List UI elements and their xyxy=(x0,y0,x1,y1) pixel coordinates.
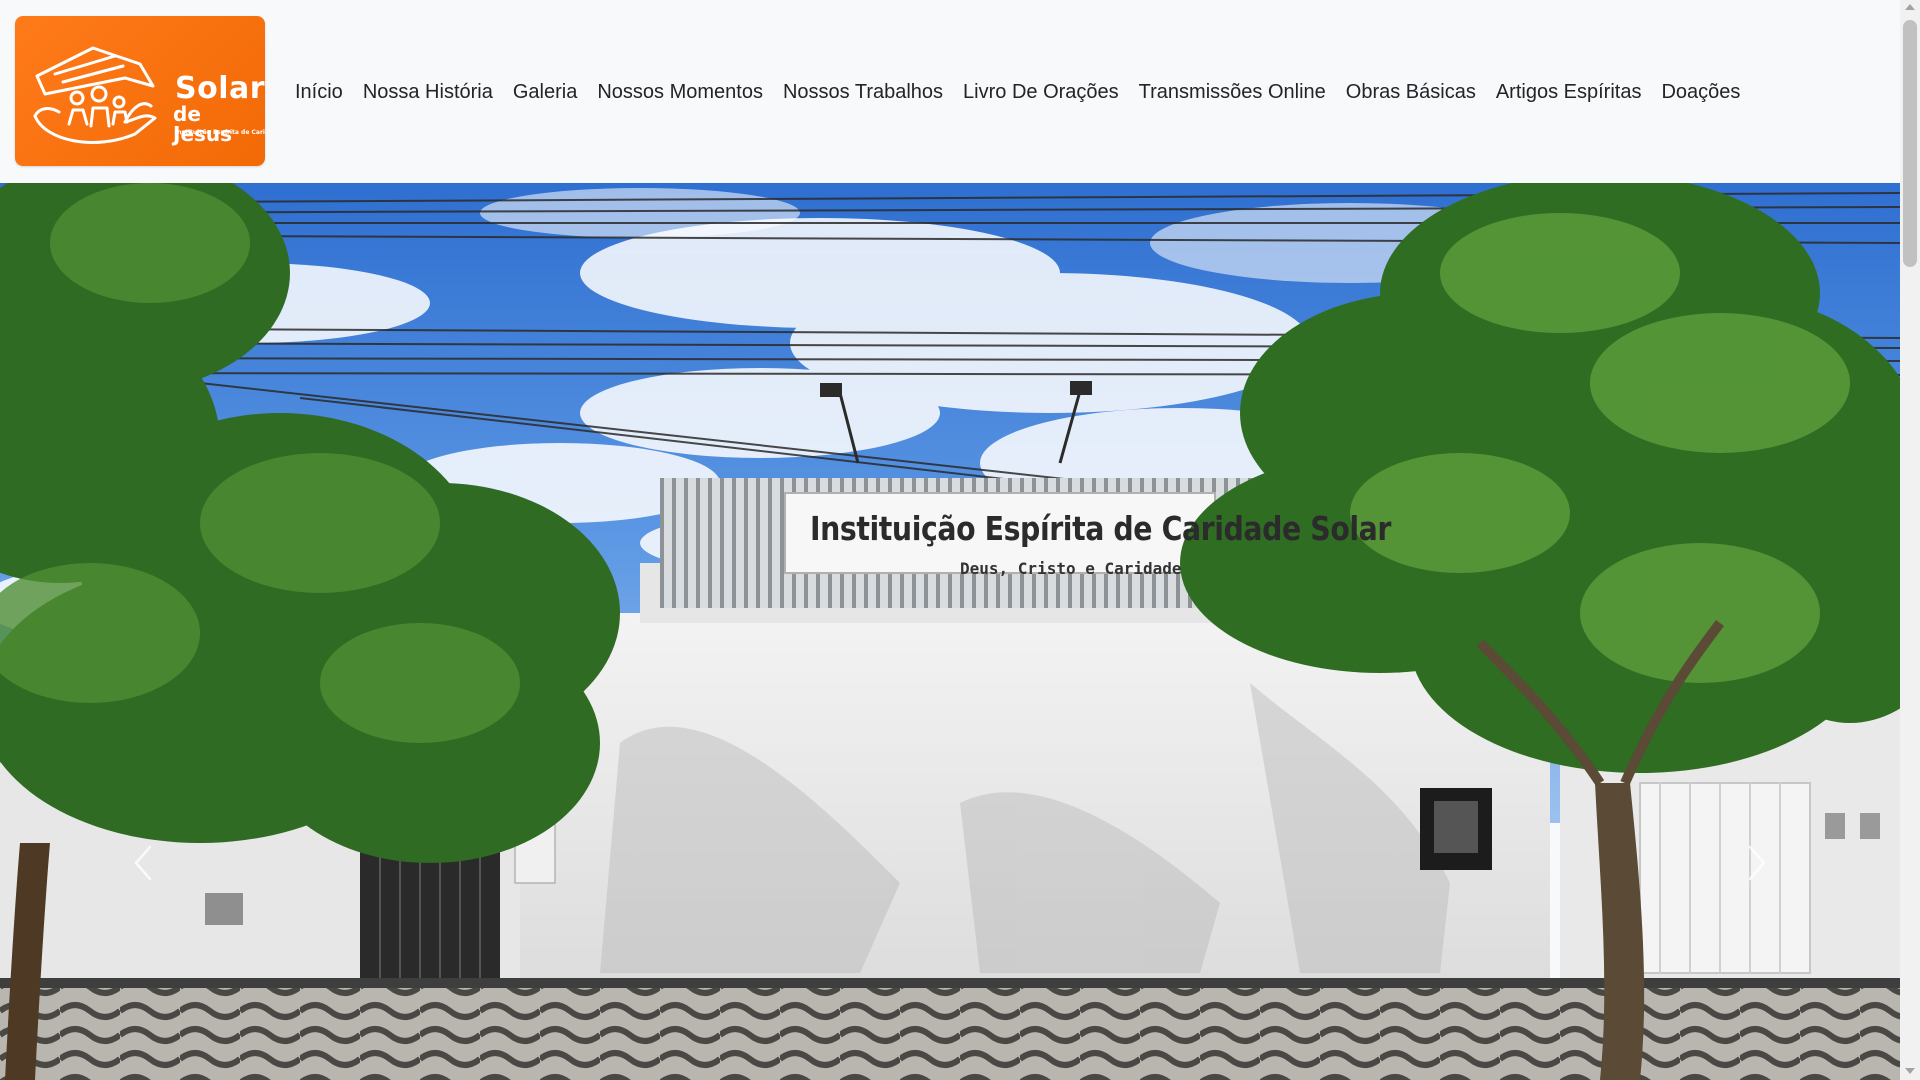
brand-tagline: Instituição Espírita de Caridade xyxy=(175,129,265,136)
scroll-thumb[interactable] xyxy=(1903,20,1917,267)
hero-carousel: Instituição Espírita de Caridade Solar D… xyxy=(0,183,1900,1080)
nav-item-transmissoes-online: Transmissões Online xyxy=(1129,76,1336,108)
nav-link-nossa-historia[interactable]: Nossa História xyxy=(353,76,503,108)
nav-link-doacoes[interactable]: Doações xyxy=(1651,76,1750,108)
navbar: Solar de Jesus Instituição Espírita de C… xyxy=(0,0,1900,183)
page: Solar de Jesus Instituição Espírita de C… xyxy=(0,0,1920,1080)
nav-link-livro-de-oracoes[interactable]: Livro De Orações xyxy=(953,76,1129,108)
nav-item-inicio: Início xyxy=(285,76,353,108)
chevron-right-icon xyxy=(1748,845,1766,881)
nav-menu: Início Nossa História Galeria Nossos Mom… xyxy=(285,76,1750,108)
nav-link-transmissoes-online[interactable]: Transmissões Online xyxy=(1129,76,1336,108)
page-scrollbar[interactable] xyxy=(1900,0,1920,1080)
nav-link-obras-basicas[interactable]: Obras Básicas xyxy=(1336,76,1486,108)
nav-link-inicio[interactable]: Início xyxy=(285,76,353,108)
brand-title: Solar xyxy=(175,71,265,106)
carousel-prev-button[interactable] xyxy=(112,823,172,903)
nav-item-livro-de-oracoes: Livro De Orações xyxy=(953,76,1129,108)
carousel-next-button[interactable] xyxy=(1728,823,1788,903)
chevron-left-icon xyxy=(134,845,152,881)
nav-item-nossos-trabalhos: Nossos Trabalhos xyxy=(773,76,953,108)
nav-item-artigos-espiritas: Artigos Espíritas xyxy=(1486,76,1652,108)
nav-link-galeria[interactable]: Galeria xyxy=(503,76,587,108)
scroll-down-arrow-icon[interactable] xyxy=(1905,1068,1915,1074)
scroll-up-arrow-icon[interactable] xyxy=(1905,4,1915,10)
nav-item-nossos-momentos: Nossos Momentos xyxy=(587,76,773,108)
nav-item-nossa-historia: Nossa História xyxy=(353,76,503,108)
hero-building-photo xyxy=(0,183,1900,1080)
nav-item-obras-basicas: Obras Básicas xyxy=(1336,76,1486,108)
nav-link-nossos-momentos[interactable]: Nossos Momentos xyxy=(587,76,773,108)
brand-subtitle: de Jesus xyxy=(173,102,233,146)
nav-link-artigos-espiritas[interactable]: Artigos Espíritas xyxy=(1486,76,1652,108)
sign-subtitle: Deus, Cristo e Caridade xyxy=(960,559,1182,578)
brand-logo[interactable]: Solar de Jesus Instituição Espírita de C… xyxy=(15,16,265,166)
nav-link-nossos-trabalhos[interactable]: Nossos Trabalhos xyxy=(773,76,953,108)
nav-item-doacoes: Doações xyxy=(1651,76,1750,108)
nav-item-galeria: Galeria xyxy=(503,76,587,108)
sign-title: Instituição Espírita de Caridade Solar xyxy=(810,509,1391,548)
